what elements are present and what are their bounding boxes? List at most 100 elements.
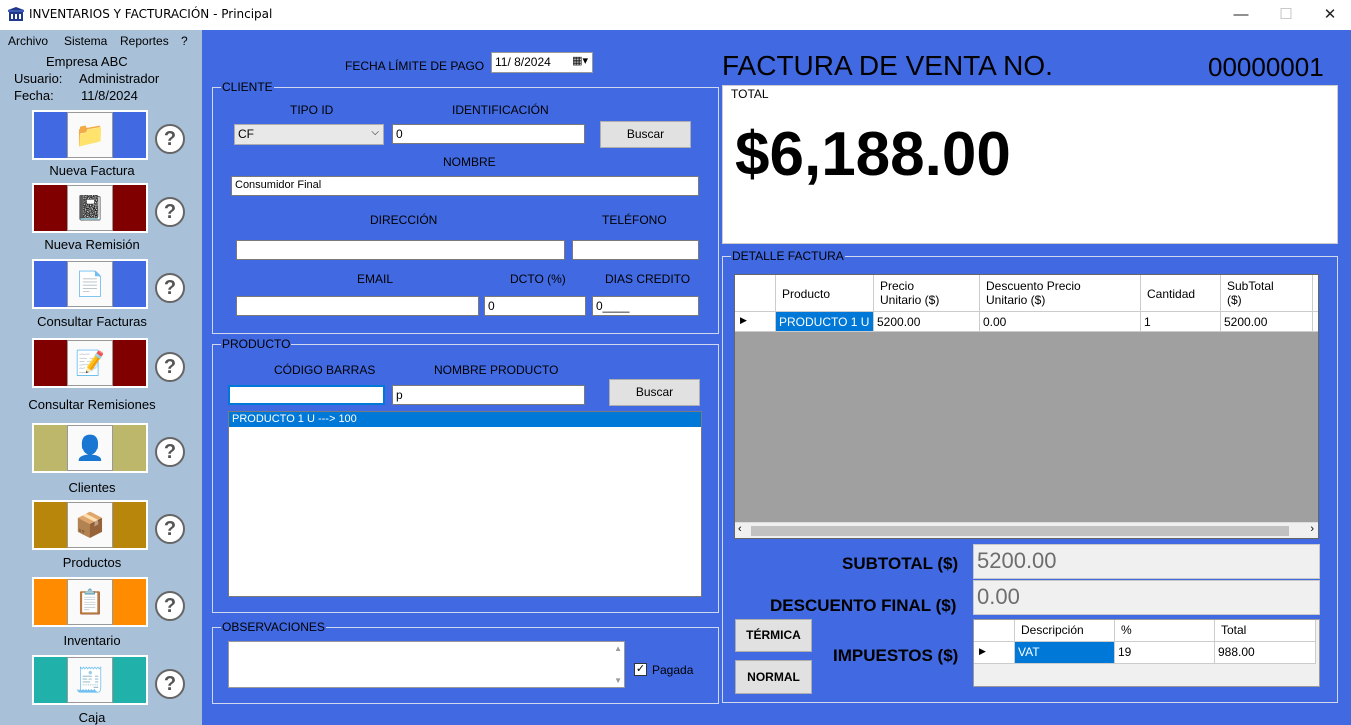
tax-col-percent[interactable]: % [1115,620,1215,642]
tipo-id-select[interactable]: CF ⌵ [234,124,384,145]
identification-input[interactable]: 0 [392,124,585,144]
row-selector-icon[interactable]: ▶ [974,642,1015,664]
help-icon[interactable]: ? [155,591,185,621]
table-cell[interactable]: 1 [1141,312,1221,332]
current-date: 11/8/2024 [81,88,138,103]
due-date-label: FECHA LÍMITE DE PAGO [345,59,485,73]
help-icon[interactable]: ? [155,437,185,467]
nav-button-inventario[interactable]: 📋 [32,577,148,627]
client-group: CLIENTE TIPO ID IDENTIFICACIÓN CF ⌵ 0 Bu… [212,80,719,334]
company-name: Empresa ABC [46,54,128,69]
clipboard-icon: 📋 [67,579,113,625]
credit-days-label: DIAS CREDITO [605,272,691,286]
credit-days-input[interactable]: 0____ [592,296,699,316]
thermal-print-button[interactable]: TÉRMICA [735,619,812,652]
horizontal-scrollbar[interactable]: ‹ › [735,522,1318,538]
menu-help[interactable]: ? [181,34,188,48]
table-cell[interactable]: PRODUCTO 1 U [776,312,874,332]
help-icon[interactable]: ? [155,273,185,303]
product-results-list[interactable]: PRODUCTO 1 U ---> 100 [228,411,702,597]
scroll-left-icon[interactable]: ‹ [738,523,742,535]
table-cell[interactable]: 5200.00 [874,312,980,332]
list-item[interactable]: PRODUCTO 1 U ---> 100 [229,412,701,427]
nav-button-nueva-factura[interactable]: 📁 [32,110,148,160]
title-bar: INVENTARIOS Y FACTURACIÓN - Principal — … [0,0,1351,30]
taxes-grid[interactable]: Descripción % Total ▶ VAT 19 988.00 [973,619,1320,687]
col-header-subtotal[interactable]: SubTotal ($) [1221,275,1313,312]
phone-input[interactable] [572,240,699,260]
observations-textarea[interactable]: ▲ ▼ [228,641,625,688]
close-button[interactable]: ✕ [1307,0,1351,30]
help-icon[interactable]: ? [155,197,185,227]
client-folder-icon: 👤 [67,425,113,471]
identification-label: IDENTIFICACIÓN [452,103,549,117]
nav-button-nueva-remisión[interactable]: 📓 [32,183,148,233]
client-caption: CLIENTE [221,80,274,94]
tax-col-descripcion[interactable]: Descripción [1015,620,1115,642]
paid-checkbox[interactable]: ✓ [634,663,647,676]
col-header-producto[interactable]: Producto [776,275,874,312]
nav-label: Nueva Factura [49,163,135,178]
discount-input[interactable]: 0 [484,296,586,316]
row-selector-icon[interactable]: ▶ [735,312,776,332]
name-input[interactable]: Consumidor Final [231,176,699,196]
user-name: Administrador [79,71,160,86]
scrollbar-thumb[interactable] [751,526,1289,536]
total-caption: TOTAL [731,87,769,101]
table-cell[interactable]: 19 [1115,642,1215,664]
window-title: INVENTARIOS Y FACTURACIÓN - Principal [29,7,273,21]
menu-sistema[interactable]: Sistema [64,34,107,48]
table-cell[interactable]: 5200.00 [1221,312,1313,332]
signed-document-icon: 📝 [67,340,113,386]
product-name-input[interactable]: p [392,385,585,405]
invoice-title: FACTURA DE VENTA NO. [722,50,1053,81]
invoice-detail-grid[interactable]: Producto Precio Unitario ($) Descuento P… [734,274,1319,539]
date-label: Fecha: [14,88,54,103]
nav-button-caja[interactable]: 🧾 [32,655,148,705]
name-label: NOMBRE [443,155,496,169]
table-cell[interactable]: 0.00 [980,312,1141,332]
observations-group: OBSERVACIONES ▲ ▼ ✓ Pagada [212,620,719,704]
product-box-icon: 📦 [67,502,113,548]
menu-archivo[interactable]: Archivo [8,34,48,48]
nav-label: Inventario [63,633,121,648]
col-header-descuento[interactable]: Descuento Precio Unitario ($) [980,275,1141,312]
help-icon[interactable]: ? [155,669,185,699]
col-header-precio[interactable]: Precio Unitario ($) [874,275,980,312]
table-cell[interactable]: 988.00 [1215,642,1316,664]
tax-col-total[interactable]: Total [1215,620,1316,642]
main-panel: FECHA LÍMITE DE PAGO 11/ 8/2024 ▦▾ FACTU… [202,30,1351,725]
product-name-label: NOMBRE PRODUCTO [434,363,559,377]
email-label: EMAIL [357,272,394,286]
email-input[interactable] [236,296,479,316]
help-icon[interactable]: ? [155,352,185,382]
subtotal-label: SUBTOTAL ($) [842,554,959,573]
due-date-picker[interactable]: 11/ 8/2024 ▦▾ [491,52,593,73]
nav-button-clientes[interactable]: 👤 [32,423,148,473]
barcode-input[interactable] [228,385,385,405]
total-panel: TOTAL $6,188.00 [722,85,1338,244]
grid-corner [735,275,776,312]
product-group: PRODUCTO CÓDIGO BARRAS NOMBRE PRODUCTO p… [212,337,719,613]
address-input[interactable] [236,240,565,260]
nav-button-productos[interactable]: 📦 [32,500,148,550]
table-cell[interactable]: VAT [1015,642,1115,664]
maximize-button[interactable]: ☐ [1263,0,1309,30]
scroll-right-icon[interactable]: › [1310,523,1314,535]
final-discount-field: 0.00 [973,580,1320,615]
help-icon[interactable]: ? [155,514,185,544]
product-search-button[interactable]: Buscar [609,379,700,406]
menu-reportes[interactable]: Reportes [120,34,169,48]
minimize-button[interactable]: — [1218,0,1264,30]
app-icon [8,7,24,21]
nav-button-consultar-remisiones[interactable]: 📝 [32,338,148,388]
scroll-up-icon[interactable]: ▲ [614,644,622,653]
nav-button-consultar-facturas[interactable]: 📄 [32,259,148,309]
notepad-icon: 📓 [67,185,113,231]
normal-print-button[interactable]: NORMAL [735,660,812,694]
client-search-button[interactable]: Buscar [600,121,691,148]
scroll-down-icon[interactable]: ▼ [614,676,622,685]
help-icon[interactable]: ? [155,124,185,154]
col-header-cantidad[interactable]: Cantidad [1141,275,1221,312]
calendar-dropdown-icon[interactable]: ▦▾ [572,54,588,67]
